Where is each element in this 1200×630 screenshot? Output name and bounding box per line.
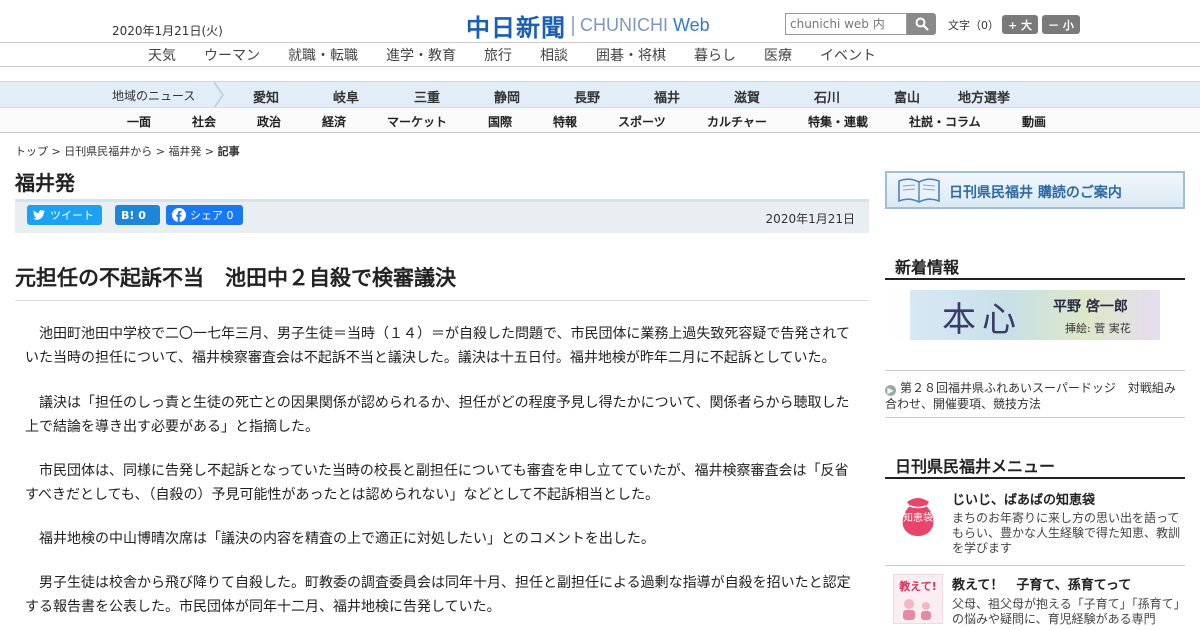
breadcrumb: トップ > 日刊県民福井から > 福井発 > 記事 (15, 145, 240, 158)
svg-text:知恵袋: 知恵袋 (903, 511, 933, 524)
region-mie[interactable]: 三重 (414, 87, 440, 106)
region-nagano[interactable]: 長野 (574, 87, 600, 106)
cat-front-page[interactable]: 一面 (127, 113, 151, 130)
wisdom-bag-icon[interactable]: 知恵袋 (893, 488, 943, 538)
parenting-icon[interactable]: 教えて! (893, 574, 943, 624)
region-aichi[interactable]: 愛知 (253, 87, 279, 106)
breadcrumb-kenmin-fukui[interactable]: 日刊県民福井から (64, 145, 152, 158)
open-book-icon (898, 178, 940, 203)
cat-market[interactable]: マーケット (387, 113, 447, 130)
site-logo[interactable]: 中日新聞 CHUNICHI Web (466, 8, 710, 43)
font-size-label: 文字（0） (948, 19, 999, 32)
menu-heading: 日刊県民福井メニュー (885, 449, 1185, 479)
chevron-right-icon: ▶ (885, 385, 896, 396)
main-nav: 天気 ウーマン 就職・転職 進学・教育 旅行 相談 囲碁・将棋 暮らし 医療 イ… (0, 42, 1200, 67)
nav-item-event[interactable]: イベント (820, 45, 876, 65)
nav-item-consult[interactable]: 相談 (540, 45, 568, 65)
menu-item-desc: まちのお年寄りに来し方の思い出を語ってもらい、豊かな人生経験で得た知恵、教訓を学… (952, 511, 1181, 555)
share-bar: ツイート B! 0 シェア 0 2020年1月21日 (15, 199, 869, 233)
twitter-icon (33, 210, 45, 220)
region-toyama[interactable]: 富山 (894, 87, 920, 106)
article-paragraph: 議決は「担任のしっ責と生徒の死亡との因果関係が認められるか、担任がどの程度予見し… (25, 395, 850, 435)
region-fukui[interactable]: 福井 (654, 87, 680, 106)
nav-item-weather[interactable]: 天気 (148, 45, 176, 65)
font-larger-button[interactable]: + 大 (1002, 15, 1038, 34)
region-ishikawa[interactable]: 石川 (814, 87, 840, 106)
article-paragraph: 市民団体は、同様に告発し不起訴となっていた当時の校長と副担任についても審査を申し… (25, 463, 849, 503)
breadcrumb-current: 記事 (217, 145, 240, 158)
nav-item-woman[interactable]: ウーマン (204, 45, 260, 65)
new-info-heading: 新着情報 (885, 250, 1185, 280)
menu-item-desc: 父母、祖父母が抱える「子育て」「孫育て」の悩みや疑問に、育児経験がある専門 (952, 597, 1186, 626)
header-date: 2020年1月21日(火) (112, 24, 223, 38)
region-nav-label: 地域のニュース (112, 89, 196, 103)
nav-item-living[interactable]: 暮らし (694, 45, 736, 65)
cat-international[interactable]: 国際 (488, 113, 512, 130)
cat-economy[interactable]: 経済 (322, 113, 346, 130)
region-nav: 地域のニュース 愛知 岐阜 三重 静岡 長野 福井 滋賀 石川 富山 地方選挙 (0, 81, 1200, 108)
logo-japanese: 中日新聞 (466, 14, 566, 42)
logo-divider (572, 15, 574, 36)
serial-illustrator: 挿絵: 菅 実花 (1065, 322, 1131, 335)
nav-item-go-shogi[interactable]: 囲碁・将棋 (596, 45, 666, 65)
cat-video[interactable]: 動画 (1022, 113, 1046, 130)
breadcrumb-fukui-hatsu[interactable]: 福井発 (168, 145, 201, 158)
region-shiga[interactable]: 滋賀 (734, 87, 760, 106)
nav-item-medical[interactable]: 医療 (764, 45, 792, 65)
nav-item-education[interactable]: 進学・教育 (386, 45, 456, 65)
article-paragraph: 福井地検の中山博晴次席は「議決の内容を精査の上で適正に対処したい」とのコメントを… (39, 531, 655, 547)
serial-novel-banner[interactable]: 本心 平野 啓一郎 挿絵: 菅 実花 (910, 290, 1160, 340)
cat-sports[interactable]: スポーツ (618, 113, 666, 130)
menu-item-title[interactable]: 教えて！ 子育て、孫育てって (952, 574, 1131, 593)
sidebar-divider (885, 565, 1185, 566)
hatena-bookmark-button[interactable]: B! 0 (115, 205, 160, 225)
section-title: 福井発 (15, 171, 75, 195)
logo-english: CHUNICHI Web (580, 15, 710, 35)
article-date: 2020年1月21日 (765, 212, 855, 226)
category-nav: 一面 社会 政治 経済 マーケット 国際 特報 スポーツ カルチャー 特集・連載… (0, 107, 1200, 133)
site-header: 2020年1月21日(火) 中日新聞 CHUNICHI Web 文字（0） + … (0, 0, 1200, 42)
subscription-banner-text: 日刊県民福井 購読のご案内 (949, 185, 1122, 201)
cat-special-report[interactable]: 特報 (553, 113, 577, 130)
cat-culture[interactable]: カルチャー (707, 113, 767, 130)
search-input[interactable] (785, 13, 907, 35)
article-paragraph: 男子生徒は校舎から飛び降りて自殺した。町教委の調査委員会は同年十月、担任と副担任… (25, 575, 851, 615)
search-icon (915, 17, 929, 31)
region-shizuoka[interactable]: 静岡 (494, 87, 520, 106)
cat-editorial[interactable]: 社説・コラム (909, 113, 981, 130)
facebook-icon (172, 208, 186, 222)
menu-item-title[interactable]: じいじ、ばあばの知恵袋 (952, 489, 1095, 508)
facebook-share-button[interactable]: シェア 0 (166, 205, 243, 225)
chevron-right-icon (214, 82, 224, 108)
svg-text:教えて!: 教えて! (898, 579, 936, 593)
tweet-button[interactable]: ツイート (27, 205, 102, 225)
search-button[interactable] (907, 13, 936, 35)
region-gifu[interactable]: 岐阜 (333, 87, 359, 106)
cat-politics[interactable]: 政治 (257, 113, 281, 130)
cat-features[interactable]: 特集・連載 (808, 113, 868, 130)
nav-item-jobs[interactable]: 就職・転職 (288, 45, 358, 65)
region-local-election[interactable]: 地方選挙 (958, 87, 1010, 106)
subscription-banner[interactable]: 日刊県民福井 購読のご案内 (885, 171, 1185, 209)
font-smaller-button[interactable]: － 小 (1042, 15, 1080, 34)
sidebar-divider (885, 417, 1185, 418)
serial-author: 平野 啓一郎 (1053, 299, 1128, 315)
sidebar-divider (885, 370, 1185, 371)
article-paragraph: 池田町池田中学校で二〇一七年三月、男子生徒＝当時（１４）＝が自殺した問題で、市民… (25, 326, 851, 366)
article-headline: 元担任の不起訴不当 池田中２自殺で検審議決 (15, 266, 456, 290)
cat-society[interactable]: 社会 (192, 113, 216, 130)
headline-divider (15, 300, 869, 301)
news-list-item[interactable]: ▶ 第２８回福井県ふれあいスーパードッジ 対戦組み合わせ、開催要項、競技方法 (885, 380, 1185, 412)
nav-item-travel[interactable]: 旅行 (484, 45, 512, 65)
serial-title: 本心 (942, 300, 1022, 340)
breadcrumb-top[interactable]: トップ (15, 145, 48, 158)
